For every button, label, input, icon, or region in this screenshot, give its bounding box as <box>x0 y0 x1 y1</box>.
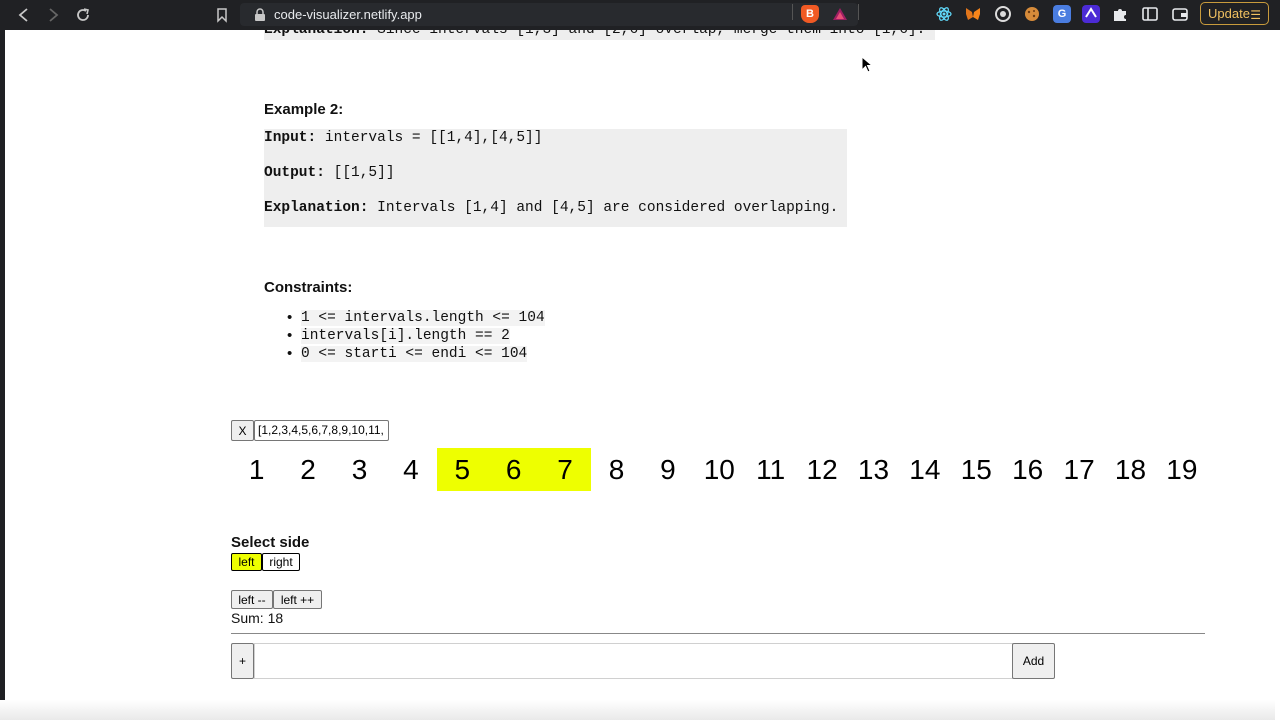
left-increment-button[interactable]: left ++ <box>273 590 322 609</box>
number-cell: 16 <box>1012 453 1044 485</box>
constraint-item: intervals[i].length == 2 <box>287 327 545 346</box>
bookmark-icon[interactable] <box>211 4 233 26</box>
update-label: Update <box>1208 6 1250 21</box>
cursor-icon <box>861 56 874 73</box>
constraints-heading: Constraints: <box>264 279 353 296</box>
number-cell: 10 <box>703 453 735 485</box>
number-cell: 19 <box>1166 453 1198 485</box>
forward-icon[interactable] <box>42 4 64 26</box>
number-cell: 4 <box>403 453 419 485</box>
example2-input: Input: intervals = [[1,4],[4,5]] <box>264 130 543 146</box>
example2-heading: Example 2: <box>264 101 344 118</box>
rewards-icon[interactable] <box>831 5 849 23</box>
clear-button[interactable]: X <box>231 420 254 441</box>
sum-text: Sum: 18 <box>231 610 284 626</box>
left-decrement-button[interactable]: left -- <box>231 590 273 609</box>
text-input[interactable] <box>254 643 1013 679</box>
page-bottom-shade <box>0 700 1275 720</box>
side-left-button[interactable]: left <box>231 553 262 571</box>
select-side-heading: Select side <box>231 534 310 551</box>
browser-toolbar: code-visualizer.netlify.app B G Update ☰ <box>0 0 1280 30</box>
url-text: code-visualizer.netlify.app <box>274 7 422 22</box>
page-content: Explanation: Since intervals [1,3] and [… <box>5 30 1280 720</box>
number-cell: 2 <box>300 453 316 485</box>
number-cell: 9 <box>660 453 676 485</box>
divider <box>231 633 1205 634</box>
wallet-icon[interactable] <box>1171 5 1189 23</box>
menu-icon: ☰ <box>1250 8 1261 22</box>
number-cell: 5 <box>436 448 488 491</box>
back-icon[interactable] <box>13 4 35 26</box>
number-cell: 3 <box>351 453 368 485</box>
number-cell: 8 <box>608 453 625 485</box>
number-cell: 18 <box>1114 453 1147 485</box>
number-cell: 13 <box>857 453 890 485</box>
brave-icon[interactable]: B <box>801 5 819 23</box>
update-button[interactable]: Update ☰ <box>1200 2 1269 25</box>
sidebar-icon[interactable] <box>1141 5 1159 23</box>
number-cell: 7 <box>539 448 591 491</box>
example2-output: Output: [[1,5]] <box>264 165 395 181</box>
cookie-icon[interactable] <box>1023 5 1041 23</box>
array-input[interactable]: [1,2,3,4,5,6,7,8,9,10,11, <box>254 420 389 441</box>
address-bar[interactable]: code-visualizer.netlify.app <box>240 3 858 26</box>
add-button[interactable]: Add <box>1012 643 1055 679</box>
number-cell: 1 <box>248 453 265 485</box>
extension-purple-icon[interactable] <box>1082 5 1100 23</box>
constraints-list: 1 <= intervals.length <= 104 intervals[i… <box>287 309 545 364</box>
constraint-item: 0 <= starti <= endi <= 104 <box>287 345 545 364</box>
toolbar-divider <box>792 4 793 20</box>
plus-button[interactable]: + <box>231 643 254 679</box>
number-cell: 15 <box>960 453 992 485</box>
translate-icon[interactable]: G <box>1053 5 1071 23</box>
reload-icon[interactable] <box>72 4 94 26</box>
example1-explanation: Explanation: Since intervals [1,3] and [… <box>264 30 926 38</box>
number-cell: 17 <box>1063 453 1095 485</box>
side-right-button[interactable]: right <box>262 553 300 571</box>
example2-explanation: Explanation: Intervals [1,4] and [4,5] a… <box>264 200 839 216</box>
puzzle-icon[interactable] <box>1111 5 1129 23</box>
chromium-icon[interactable] <box>994 5 1012 23</box>
number-cell: 14 <box>909 453 941 485</box>
number-cell: 11 <box>756 453 786 485</box>
number-cell: 6 <box>488 448 540 491</box>
lock-icon <box>255 8 265 21</box>
number-cell: 12 <box>806 453 838 485</box>
react-icon[interactable] <box>935 5 953 23</box>
constraint-item: 1 <= intervals.length <= 104 <box>287 309 545 328</box>
metamask-icon[interactable] <box>964 5 982 23</box>
toolbar-divider <box>858 4 859 20</box>
